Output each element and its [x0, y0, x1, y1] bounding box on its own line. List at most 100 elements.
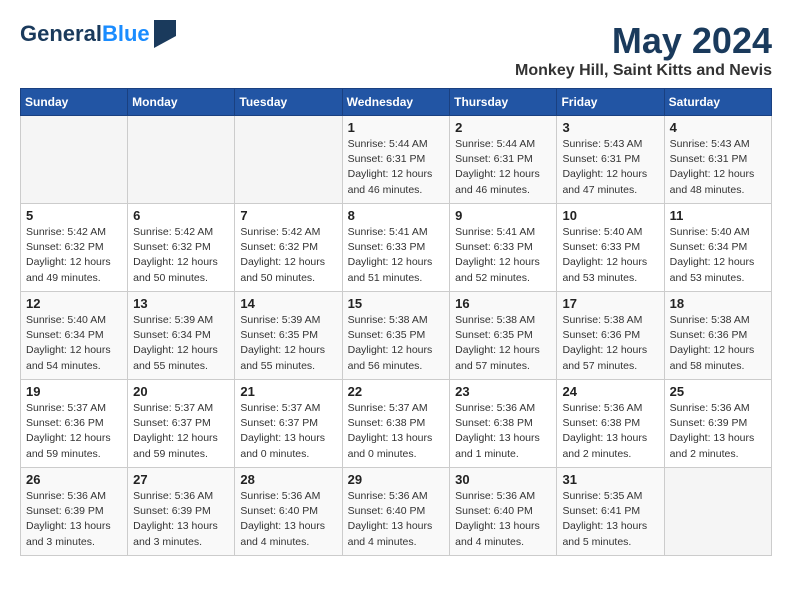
table-row: 2 Sunrise: 5:44 AMSunset: 6:31 PMDaylight… [450, 116, 557, 204]
table-row: 17Sunrise: 5:38 AMSunset: 6:36 PMDayligh… [557, 292, 664, 380]
day-number: 26 [26, 472, 122, 487]
day-info: Sunrise: 5:36 AMSunset: 6:39 PMDaylight:… [26, 489, 122, 550]
day-number: 30 [455, 472, 551, 487]
day-number: 14 [240, 296, 336, 311]
day-number: 11 [670, 208, 766, 223]
day-number: 6 [133, 208, 229, 223]
logo-name: GeneralBlue [20, 22, 150, 46]
table-row: 30 Sunrise: 5:36 AMSunset: 6:40 PMDayligh… [450, 468, 557, 556]
day-number: 15 [348, 296, 445, 311]
day-info: Sunrise: 5:35 AMSunset: 6:41 PMDaylight:… [562, 489, 658, 550]
table-row: 8 Sunrise: 5:41 AMSunset: 6:33 PMDaylight… [342, 204, 450, 292]
table-row: 22Sunrise: 5:37 AMSunset: 6:38 PMDayligh… [342, 380, 450, 468]
table-row: 13 Sunrise: 5:39 AMSunset: 6:34 PMDayligh… [128, 292, 235, 380]
day-number: 5 [26, 208, 122, 223]
day-number: 3 [562, 120, 658, 135]
table-row: 28 Sunrise: 5:36 AMSunset: 6:40 PMDayligh… [235, 468, 342, 556]
calendar-table: Sunday Monday Tuesday Wednesday Thursday… [20, 88, 772, 556]
table-row: 12 Sunrise: 5:40 AMSunset: 6:34 PMDayligh… [21, 292, 128, 380]
header-wednesday: Wednesday [342, 89, 450, 116]
table-row: 11 Sunrise: 5:40 AMSunset: 6:34 PMDayligh… [664, 204, 771, 292]
day-number: 1 [348, 120, 445, 135]
day-info: Sunrise: 5:39 AMSunset: 6:35 PMDaylight:… [240, 313, 336, 374]
table-row: 19 Sunrise: 5:37 AMSunset: 6:36 PMDayligh… [21, 380, 128, 468]
day-info: Sunrise: 5:36 AMSunset: 6:40 PMDaylight:… [348, 489, 445, 550]
day-info: Sunrise: 5:36 AMSunset: 6:40 PMDaylight:… [240, 489, 336, 550]
table-row: 26 Sunrise: 5:36 AMSunset: 6:39 PMDayligh… [21, 468, 128, 556]
day-number: 12 [26, 296, 122, 311]
day-info: Sunrise: 5:37 AMSunset: 6:36 PMDaylight:… [26, 401, 122, 462]
table-row: 10 Sunrise: 5:40 AMSunset: 6:33 PMDayligh… [557, 204, 664, 292]
table-row: 5Sunrise: 5:42 AMSunset: 6:32 PMDaylight… [21, 204, 128, 292]
day-number: 24 [562, 384, 658, 399]
day-number: 31 [562, 472, 658, 487]
header-monday: Monday [128, 89, 235, 116]
calendar-week-row: 5 Sunrise: 5:42 AMSunset: 6:32 PMDaylight… [21, 204, 772, 292]
day-info: Sunrise: 5:38 AMSunset: 6:36 PMDaylight:… [562, 313, 658, 374]
day-info: Sunrise: 5:38 AMSunset: 6:36 PMDaylight:… [670, 313, 766, 374]
table-row [664, 468, 771, 556]
day-number: 23 [455, 384, 551, 399]
table-row: 4Sunrise: 5:43 AMSunset: 6:31 PMDaylight… [664, 116, 771, 204]
day-number: 28 [240, 472, 336, 487]
calendar-week-row: 12 Sunrise: 5:40 AMSunset: 6:34 PMDayligh… [21, 292, 772, 380]
day-info: Sunrise: 5:41 AMSunset: 6:33 PMDaylight:… [348, 225, 445, 286]
table-row: 7 Sunrise: 5:42 AMSunset: 6:32 PMDaylight… [235, 204, 342, 292]
day-number: 7 [240, 208, 336, 223]
table-row: 27 Sunrise: 5:36 AMSunset: 6:39 PMDayligh… [128, 468, 235, 556]
day-info: Sunrise: 5:40 AMSunset: 6:34 PMDaylight:… [670, 225, 766, 286]
day-info: Sunrise: 5:38 AMSunset: 6:35 PMDaylight:… [348, 313, 445, 374]
logo: GeneralBlue [20, 20, 176, 48]
calendar-week-row: 19 Sunrise: 5:37 AMSunset: 6:36 PMDayligh… [21, 380, 772, 468]
day-info: Sunrise: 5:36 AMSunset: 6:38 PMDaylight:… [562, 401, 658, 462]
day-number: 29 [348, 472, 445, 487]
day-info: Sunrise: 5:37 AMSunset: 6:38 PMDaylight:… [348, 401, 445, 462]
table-row: 18 Sunrise: 5:38 AMSunset: 6:36 PMDayligh… [664, 292, 771, 380]
table-row [128, 116, 235, 204]
table-row: 31 Sunrise: 5:35 AMSunset: 6:41 PMDayligh… [557, 468, 664, 556]
day-number: 10 [562, 208, 658, 223]
day-info: Sunrise: 5:40 AMSunset: 6:34 PMDaylight:… [26, 313, 122, 374]
table-row: 21 Sunrise: 5:37 AMSunset: 6:37 PMDayligh… [235, 380, 342, 468]
day-info: Sunrise: 5:41 AMSunset: 6:33 PMDaylight:… [455, 225, 551, 286]
calendar-week-row: 26 Sunrise: 5:36 AMSunset: 6:39 PMDayligh… [21, 468, 772, 556]
weekday-header-row: Sunday Monday Tuesday Wednesday Thursday… [21, 89, 772, 116]
header-tuesday: Tuesday [235, 89, 342, 116]
day-info: Sunrise: 5:37 AMSunset: 6:37 PMDaylight:… [240, 401, 336, 462]
day-number: 19 [26, 384, 122, 399]
day-number: 25 [670, 384, 766, 399]
location-title: Monkey Hill, Saint Kitts and Nevis [515, 62, 772, 80]
day-info: Sunrise: 5:36 AMSunset: 6:38 PMDaylight:… [455, 401, 551, 462]
day-number: 27 [133, 472, 229, 487]
day-number: 8 [348, 208, 445, 223]
logo-icon [154, 20, 176, 48]
day-number: 9 [455, 208, 551, 223]
table-row [21, 116, 128, 204]
logo-general: GeneralBlue [20, 22, 150, 46]
table-row: 20Sunrise: 5:37 AMSunset: 6:37 PMDayligh… [128, 380, 235, 468]
table-row: 25 Sunrise: 5:36 AMSunset: 6:39 PMDayligh… [664, 380, 771, 468]
day-info: Sunrise: 5:40 AMSunset: 6:33 PMDaylight:… [562, 225, 658, 286]
calendar-week-row: 1 Sunrise: 5:44 AMSunset: 6:31 PMDaylight… [21, 116, 772, 204]
table-row: 16 Sunrise: 5:38 AMSunset: 6:35 PMDayligh… [450, 292, 557, 380]
header-thursday: Thursday [450, 89, 557, 116]
day-info: Sunrise: 5:39 AMSunset: 6:34 PMDaylight:… [133, 313, 229, 374]
page-header: GeneralBlue May 2024 Monkey Hill, Saint … [20, 20, 772, 80]
day-info: Sunrise: 5:44 AMSunset: 6:31 PMDaylight:… [455, 137, 551, 198]
day-info: Sunrise: 5:36 AMSunset: 6:39 PMDaylight:… [133, 489, 229, 550]
header-saturday: Saturday [664, 89, 771, 116]
header-sunday: Sunday [21, 89, 128, 116]
day-info: Sunrise: 5:38 AMSunset: 6:35 PMDaylight:… [455, 313, 551, 374]
day-number: 2 [455, 120, 551, 135]
day-number: 21 [240, 384, 336, 399]
table-row: 14 Sunrise: 5:39 AMSunset: 6:35 PMDayligh… [235, 292, 342, 380]
day-number: 13 [133, 296, 229, 311]
table-row: 15 Sunrise: 5:38 AMSunset: 6:35 PMDayligh… [342, 292, 450, 380]
day-number: 18 [670, 296, 766, 311]
table-row [235, 116, 342, 204]
day-info: Sunrise: 5:36 AMSunset: 6:39 PMDaylight:… [670, 401, 766, 462]
day-info: Sunrise: 5:42 AMSunset: 6:32 PMDaylight:… [240, 225, 336, 286]
day-number: 16 [455, 296, 551, 311]
day-info: Sunrise: 5:36 AMSunset: 6:40 PMDaylight:… [455, 489, 551, 550]
day-info: Sunrise: 5:42 AMSunset: 6:32 PMDaylight:… [133, 225, 229, 286]
